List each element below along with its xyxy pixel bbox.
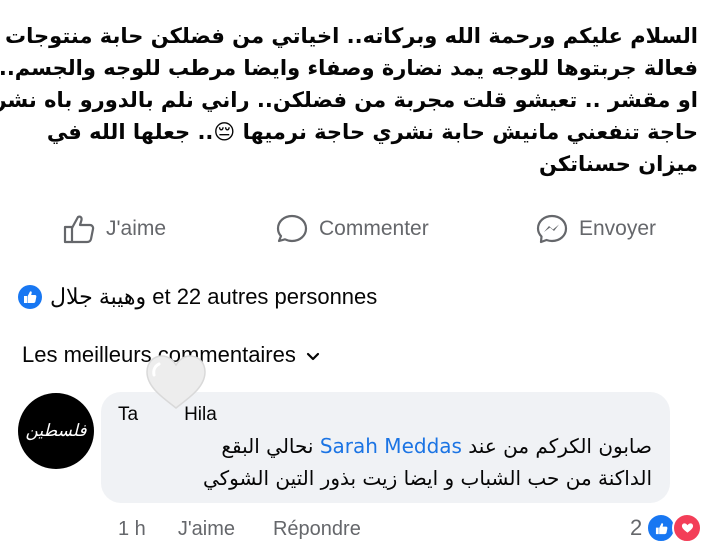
- love-reaction-icon: [672, 513, 703, 543]
- like-label: J'aime: [106, 217, 167, 240]
- post-body: السلام عليكم ورحمة الله وبركاته.. اخياتي…: [0, 20, 698, 180]
- mention-link[interactable]: Sarah Meddas: [320, 434, 462, 458]
- like-button[interactable]: J'aime: [62, 211, 166, 247]
- comment-footer: 1 h J'aime Répondre: [118, 515, 399, 543]
- comment-timestamp[interactable]: 1 h: [118, 518, 146, 541]
- send-label: Envoyer: [579, 217, 657, 240]
- post-line: فعالة جربتوها للوجه يمد نضارة وصفاء وايض…: [0, 56, 698, 80]
- heart-sticker: [146, 355, 206, 409]
- author-name-start: Ta: [118, 404, 139, 425]
- comment-like-link[interactable]: J'aime: [178, 518, 235, 541]
- send-button[interactable]: Envoyer: [535, 211, 656, 247]
- comment-text-suffix: نحالي البقع: [221, 434, 320, 458]
- reaction-summary[interactable]: وهيبة جلال et 22 autres personnes: [18, 282, 718, 312]
- avatar[interactable]: فلسطين: [18, 393, 94, 469]
- comment-button[interactable]: Commenter: [275, 211, 429, 247]
- comment-line-2: الداكنة من حب الشباب و ايضا زيت بذور الت…: [202, 466, 652, 490]
- chevron-down-icon: [306, 342, 320, 368]
- like-reaction-icon: [18, 285, 42, 309]
- thumbs-up-icon: [62, 214, 96, 244]
- reaction-summary-text: وهيبة جلال et 22 autres personnes: [50, 284, 378, 309]
- speech-bubble-icon: [275, 213, 309, 245]
- comment-reply-link[interactable]: Répondre: [273, 518, 361, 541]
- post-line: حاجة تنفعني مانيش حابة نشري حاجة نرميها …: [46, 120, 698, 144]
- comment-label: Commenter: [319, 217, 429, 240]
- post-line: ميزان حسناتكن: [538, 152, 698, 176]
- comment-text: صابون الكركم من عند Sarah Meddas نحالي ا…: [112, 430, 652, 494]
- messenger-icon: [535, 213, 569, 245]
- comment-reaction-number: 2: [630, 515, 643, 540]
- post-line: او مقشر .. تعيشو قلت مجربة من فضلكن.. را…: [0, 88, 698, 112]
- post-action-bar: J'aime Commenter Envoyer: [0, 205, 720, 251]
- comment-line-1: صابون الكركم من عند Sarah Meddas نحالي ا…: [112, 430, 652, 462]
- post-line: السلام عليكم ورحمة الله وبركاته.. اخياتي…: [5, 24, 698, 48]
- comment-text-prefix: صابون الكركم من عند: [461, 434, 652, 458]
- avatar-text: فلسطين: [25, 421, 87, 441]
- comment-reaction-count[interactable]: 2: [630, 512, 703, 544]
